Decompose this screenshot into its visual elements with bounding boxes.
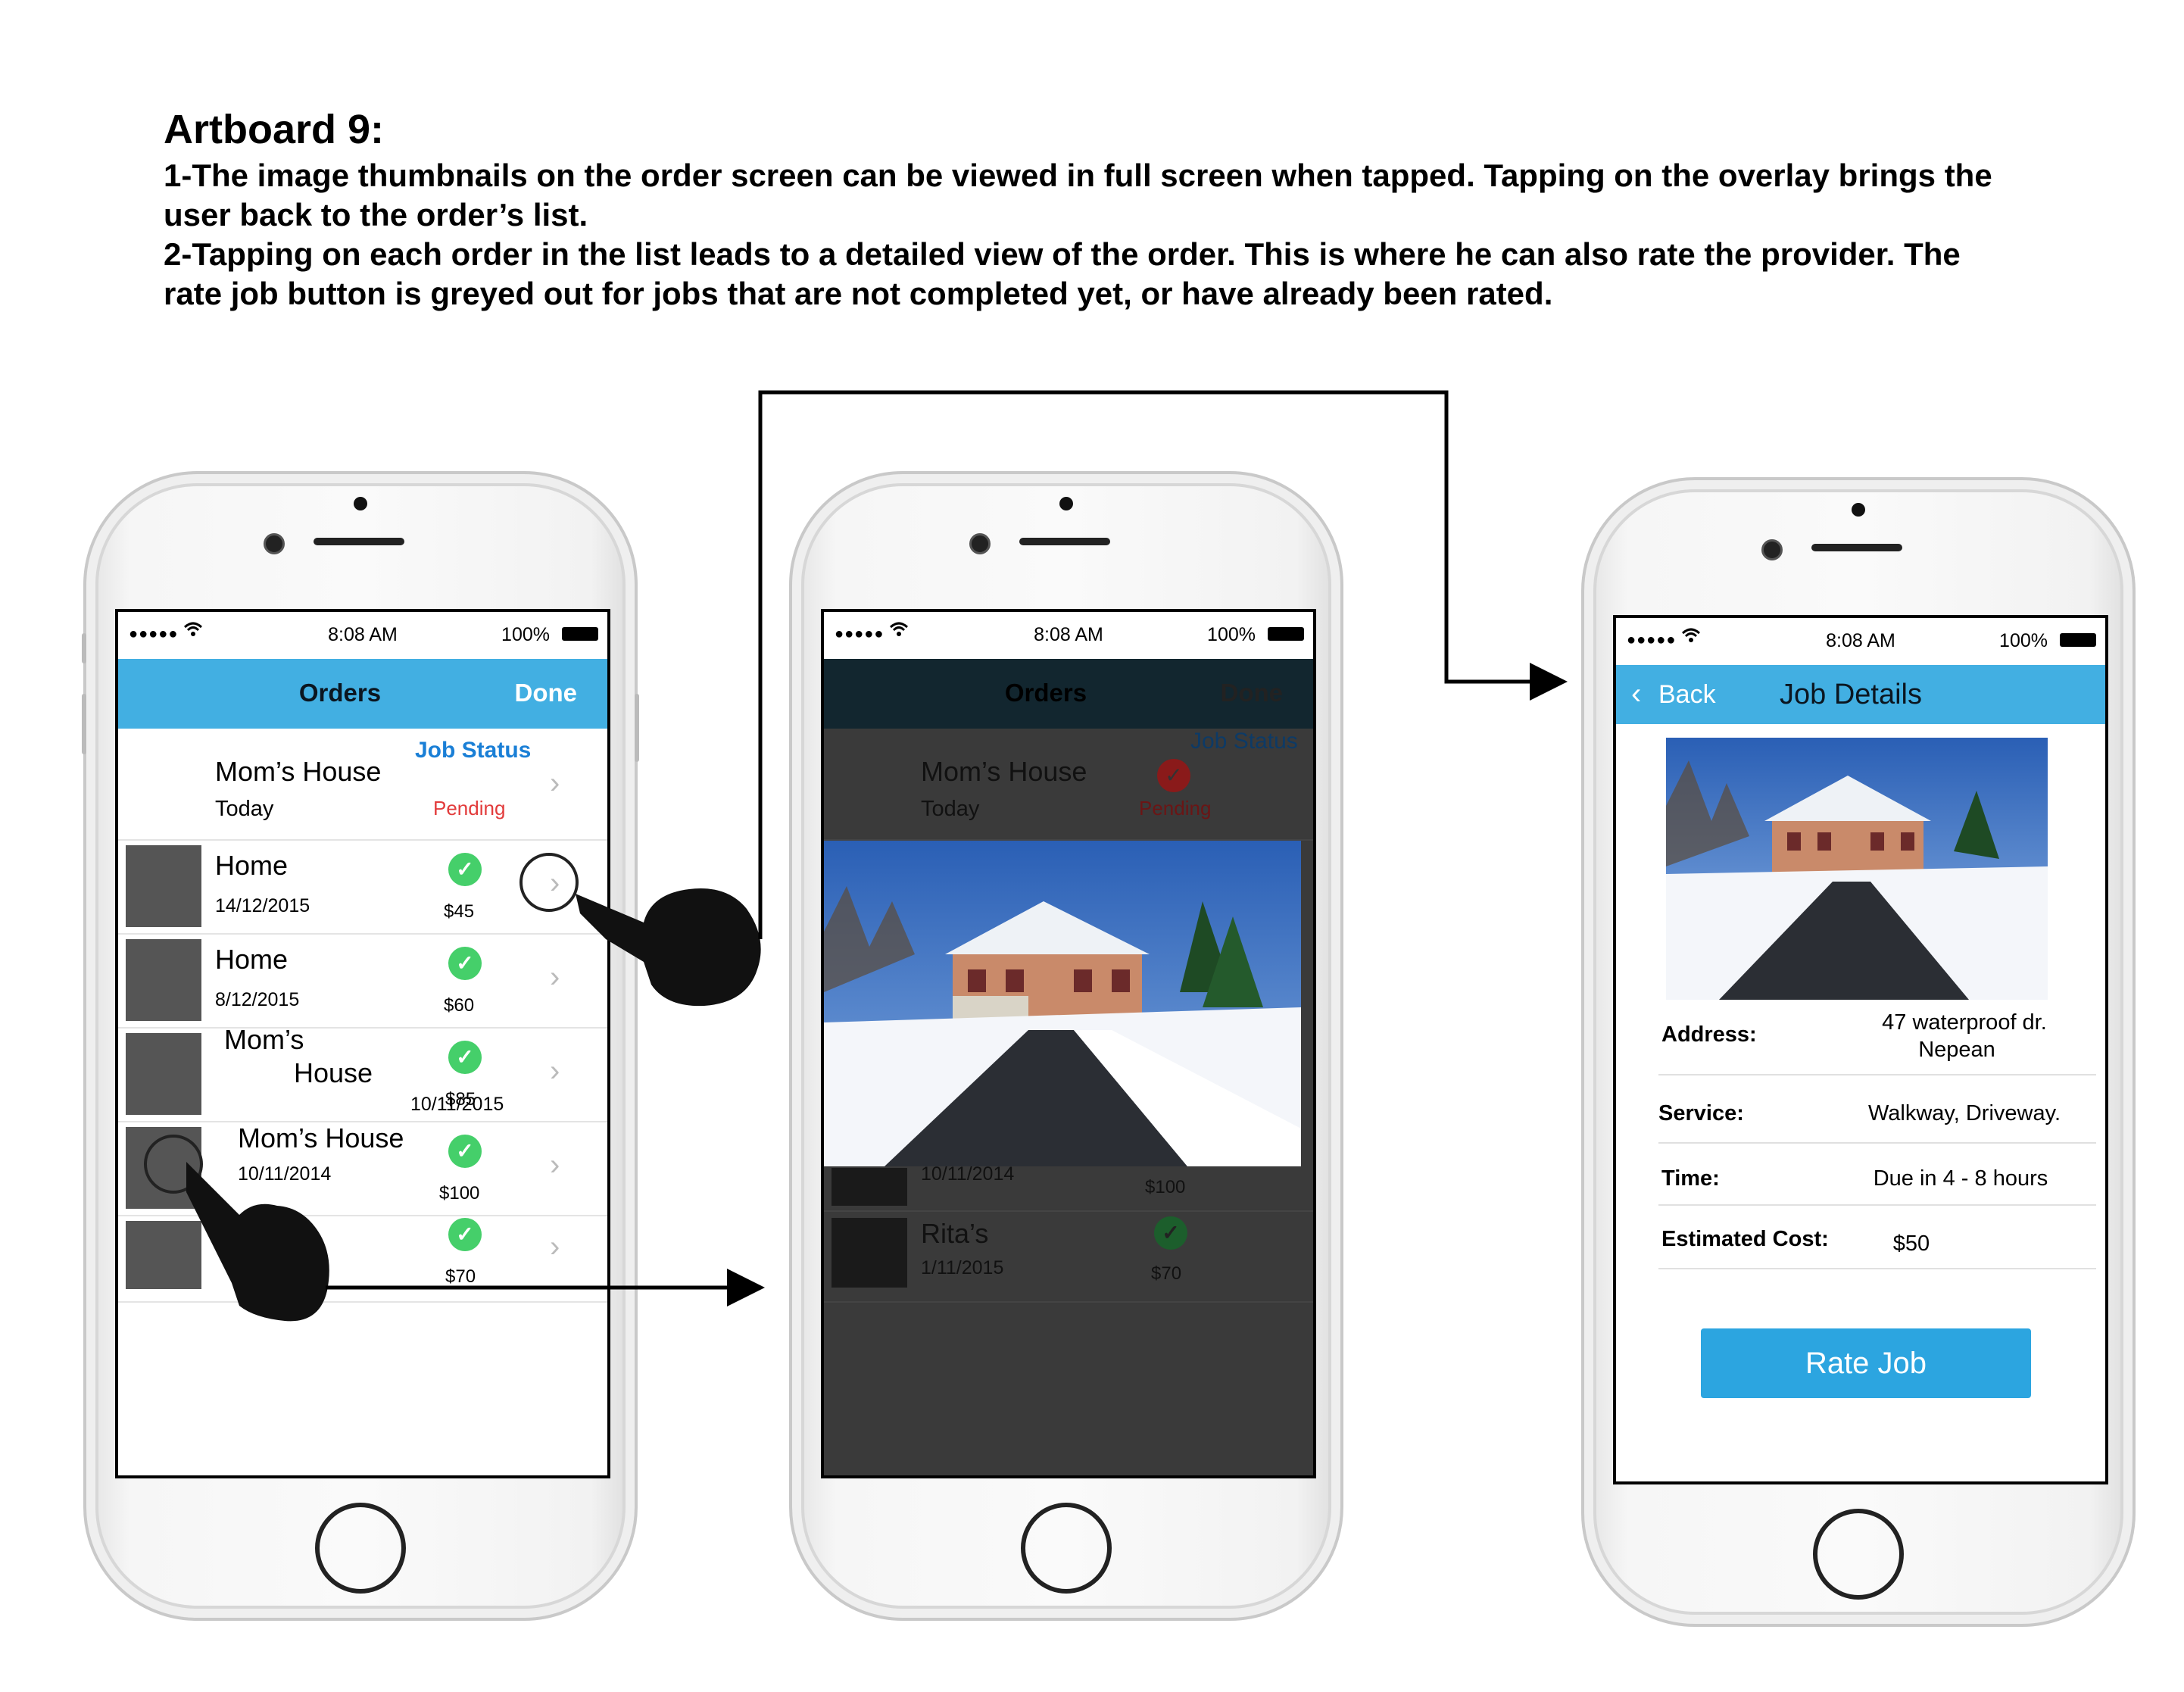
flow-arrows bbox=[326, 390, 1568, 1306]
arrow-icon bbox=[758, 390, 1568, 939]
